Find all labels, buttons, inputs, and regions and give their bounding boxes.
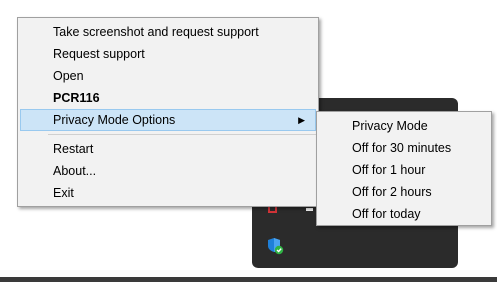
menu-item-request-support[interactable]: Request support — [18, 43, 318, 65]
chevron-right-icon: ▶ — [298, 115, 305, 125]
submenu-item-privacy-mode[interactable]: Privacy Mode — [317, 115, 491, 137]
menu-item-privacy-mode-options[interactable]: Privacy Mode Options ▶ — [20, 109, 316, 131]
submenu-item-off-30-minutes[interactable]: Off for 30 minutes — [317, 137, 491, 159]
menu-separator — [48, 134, 316, 135]
privacy-mode-submenu: Privacy Mode Off for 30 minutes Off for … — [316, 111, 492, 226]
menu-item-take-screenshot-request-support[interactable]: Take screenshot and request support — [18, 21, 318, 43]
menu-item-open[interactable]: Open — [18, 65, 318, 87]
submenu-item-off-2-hours[interactable]: Off for 2 hours — [317, 181, 491, 203]
taskbar — [0, 277, 497, 282]
menu-item-exit[interactable]: Exit — [18, 182, 318, 204]
menu-item-restart[interactable]: Restart — [18, 138, 318, 160]
submenu-item-off-1-hour[interactable]: Off for 1 hour — [317, 159, 491, 181]
shield-check-icon[interactable] — [266, 237, 284, 255]
context-menu: Take screenshot and request support Requ… — [17, 17, 319, 207]
tray-app-icon-white[interactable] — [306, 208, 313, 211]
submenu-item-off-today[interactable]: Off for today — [317, 203, 491, 225]
menu-item-label: Privacy Mode Options — [53, 113, 176, 127]
menu-item-computer-name: PCR116 — [53, 91, 100, 105]
menu-item-about[interactable]: About... — [18, 160, 318, 182]
